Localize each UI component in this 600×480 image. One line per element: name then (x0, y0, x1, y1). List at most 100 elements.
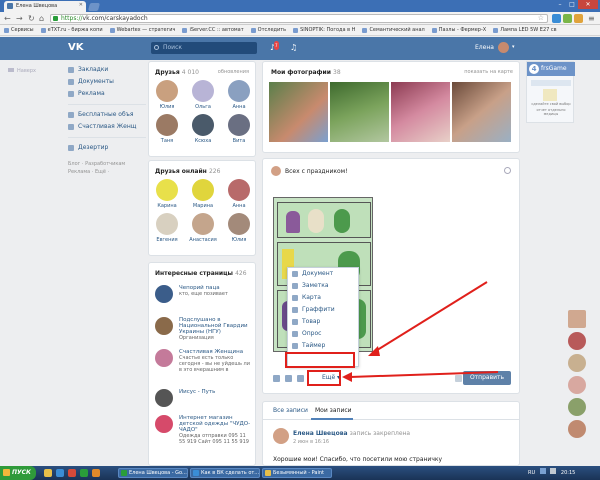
bookmark-item[interactable]: Отследить (250, 25, 292, 35)
friend-item[interactable]: Анна (224, 80, 254, 110)
avatar[interactable] (568, 354, 586, 372)
photo-thumbnail[interactable] (330, 82, 389, 142)
menu-icon[interactable]: ≡ (588, 14, 595, 23)
video-icon[interactable] (285, 375, 292, 382)
send-button[interactable]: Отправить (463, 371, 511, 385)
menu-item-poll[interactable]: Опрос (288, 328, 358, 340)
friends-title[interactable]: Друзья 4 010 (155, 69, 199, 76)
reload-icon[interactable]: ↻ (28, 14, 35, 23)
smile-icon[interactable] (504, 167, 511, 174)
photo-thumbnail[interactable] (452, 82, 511, 142)
menu-item-map[interactable]: Карта (288, 292, 358, 304)
taskbar-item[interactable]: Безымянный - Paint (262, 468, 332, 478)
forward-icon[interactable]: → (16, 14, 23, 23)
back-icon[interactable]: ← (4, 14, 11, 23)
tab-my-posts[interactable]: Мои записи (315, 407, 352, 414)
menu-item-bookmarks[interactable]: Закладки (68, 64, 146, 76)
ie-icon[interactable] (56, 469, 64, 477)
bookmark-item[interactable]: eTXT.ru - биржа копи (40, 25, 109, 35)
tab-all-posts[interactable]: Все записи (273, 407, 308, 414)
menu-item-happy-woman[interactable]: Счастливая Женщ (68, 121, 146, 133)
folder-icon[interactable] (44, 469, 52, 477)
volume-icon[interactable] (550, 468, 557, 474)
extension-icon[interactable] (574, 14, 583, 23)
page-item[interactable]: Подслушано в Национальной Гвардии Украин… (155, 317, 253, 347)
menu-item-deserter[interactable]: Дезертир (68, 142, 146, 154)
extension-icon[interactable] (552, 14, 561, 23)
opera-icon[interactable] (68, 469, 76, 477)
page-item[interactable]: Чепорий паца кто, еще позивает (155, 285, 253, 315)
extension-icon[interactable] (563, 14, 572, 23)
menu-item-free-ads[interactable]: Бесплатные объя (68, 109, 146, 121)
photo-thumbnail[interactable] (391, 82, 450, 142)
friend-item[interactable]: Карина (152, 179, 182, 209)
menu-item-note[interactable]: Заметка (288, 280, 358, 292)
post-author[interactable]: Елена Швецова запись закреплена (293, 430, 410, 437)
avatar[interactable] (568, 376, 586, 394)
bookmark-item[interactable]: Семантический анал (361, 25, 430, 35)
photos-title[interactable]: Мои фотографии 38 (271, 69, 341, 76)
bell-icon[interactable]: ♪ 7 (270, 41, 279, 52)
friend-item[interactable]: Юлия (224, 213, 254, 243)
post-text[interactable]: Всех с праздником! (285, 168, 348, 175)
bookmark-item[interactable]: iServer.CC :: автомат (181, 25, 249, 35)
music-icon[interactable]: ♫ (290, 43, 297, 52)
browser-tab[interactable]: Елена Швецова ✕ (4, 1, 86, 12)
minimize-icon[interactable]: – (554, 0, 566, 9)
user-name[interactable]: Елена (475, 44, 494, 51)
page-item[interactable]: Интернет магазин детской одежды "ЧУДО-ЧА… (155, 415, 253, 459)
bookmark-item[interactable]: Лампа LED 5W E27 св (492, 25, 562, 35)
menu-item-timer[interactable]: Таймер (288, 340, 358, 352)
footer-links[interactable]: Реклама · Ещё · (68, 168, 146, 176)
page-item[interactable]: Иисус - Путь (155, 389, 253, 413)
scroll-top-link[interactable]: Наверх (8, 68, 36, 74)
avatar[interactable] (568, 398, 586, 416)
avatar[interactable] (498, 42, 509, 53)
vk-logo[interactable]: VK (68, 43, 84, 53)
friend-item[interactable]: Анна (224, 179, 254, 209)
friend-item[interactable]: Марина (188, 179, 218, 209)
friends-online-title[interactable]: Друзья онлайн 226 (155, 168, 220, 175)
close-window-icon[interactable]: ✕ (578, 0, 598, 9)
taskbar-item[interactable]: Елена Швецова - Go... (118, 468, 188, 478)
friend-item[interactable]: Евгения (152, 213, 182, 243)
bookmark-item[interactable]: Сервисы (3, 25, 40, 35)
avatar[interactable] (568, 332, 586, 350)
friend-item[interactable]: Ксюха (188, 114, 218, 144)
menu-item-document[interactable]: Документ (288, 268, 358, 280)
bookmark-item[interactable]: Пазлы - Фермер-Х (431, 25, 492, 35)
bookmark-item[interactable]: SINOPTIK: Погода в Н (292, 25, 361, 35)
search-input[interactable]: Поиск (151, 42, 257, 54)
firefox-icon[interactable] (92, 469, 100, 477)
photo-thumbnail[interactable] (269, 82, 328, 142)
footer-links[interactable]: Блог · Разработчикам (68, 160, 146, 168)
avatar[interactable] (568, 420, 586, 438)
chrome-icon[interactable] (80, 469, 88, 477)
network-icon[interactable] (539, 468, 546, 474)
avatar[interactable] (568, 310, 586, 328)
avatar[interactable] (273, 428, 289, 444)
menu-item-ads[interactable]: Реклама (68, 88, 146, 100)
camera-icon[interactable] (273, 375, 280, 382)
taskbar-item[interactable]: Как в ВК сделать от... (190, 468, 260, 478)
menu-item-graffiti[interactable]: Граффити (288, 304, 358, 316)
friend-item[interactable]: Юлия (152, 80, 182, 110)
menu-item-product[interactable]: Товар (288, 316, 358, 328)
close-tab-icon[interactable]: ✕ (79, 2, 83, 8)
maximize-icon[interactable]: □ (566, 0, 578, 9)
settings-icon[interactable] (455, 375, 462, 382)
side-widget[interactable]: 4 frsGame сделайте свой выбор отчет отдел… (526, 61, 575, 123)
friends-updates-link[interactable]: обновления (218, 69, 249, 75)
bookmark-star-icon[interactable]: ☆ (538, 15, 544, 22)
bookmark-item[interactable]: Webartex — стратегич (109, 25, 182, 35)
language-indicator[interactable]: RU (528, 470, 535, 476)
post-time[interactable]: 2 июн в 16:16 (293, 439, 329, 445)
show-on-map-link[interactable]: показать на карте (464, 69, 513, 75)
friend-item[interactable]: Вита (224, 114, 254, 144)
address-bar[interactable]: https://vk.com/carskayadoch ☆ (50, 14, 548, 23)
home-icon[interactable]: ⌂ (39, 14, 44, 23)
new-tab-button[interactable] (87, 3, 101, 11)
page-item[interactable]: Счастливая Женщина Счастье есть только се… (155, 349, 253, 387)
friend-item[interactable]: Анастасия (188, 213, 218, 243)
music-icon[interactable] (297, 375, 304, 382)
